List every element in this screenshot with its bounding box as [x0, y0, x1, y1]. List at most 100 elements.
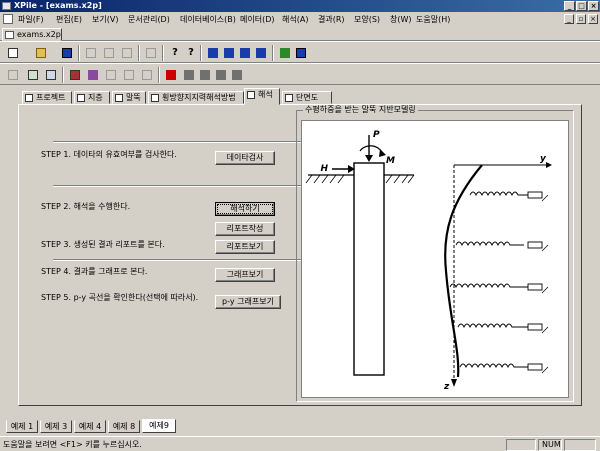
menu-result[interactable]: 결과(R) — [318, 14, 345, 25]
separator — [200, 45, 202, 61]
paste-icon[interactable] — [120, 46, 134, 60]
menu-data[interactable]: 메이터(D) — [240, 14, 274, 25]
main-panel: 프로젝트 지층 말뚝 횡방향지지력해석방법 해석 단면도 STEP 1. 데이타… — [0, 86, 600, 408]
menu-document[interactable]: 문서관리(D) — [128, 14, 170, 25]
tab-label: 말뚝 — [126, 93, 141, 102]
menu-view[interactable]: 보기(V) — [92, 14, 118, 25]
step1-text: STEP 1. 데이타의 유효여부를 검사한다. — [41, 150, 177, 159]
step-icon-4[interactable] — [230, 68, 244, 82]
tab-example-3[interactable]: 예제 3 — [40, 420, 72, 433]
chart-icon[interactable] — [26, 68, 40, 82]
save-icon[interactable] — [60, 46, 74, 60]
label-y: y — [540, 154, 547, 164]
tile-icon[interactable] — [206, 46, 220, 60]
mdi-minimize-button[interactable]: _ — [564, 14, 574, 24]
document-icon[interactable] — [3, 14, 13, 24]
tab-pile[interactable]: 말뚝 — [112, 91, 146, 104]
cut-icon[interactable] — [84, 46, 98, 60]
copy-icon[interactable] — [102, 46, 116, 60]
figure-group: 수평하중을 받는 말뚝 지반모델링 P M H y z — [296, 105, 574, 402]
py-graph-button[interactable]: p-y 그래프보기 — [215, 295, 281, 309]
menu-edit[interactable]: 편집(E) — [56, 14, 82, 25]
screen-icon[interactable] — [294, 46, 308, 60]
menu-window[interactable]: 창(W) — [390, 14, 412, 25]
tab-analysis[interactable]: 해석 — [244, 88, 280, 105]
method-icon — [151, 94, 159, 102]
step2-text: STEP 2. 해석을 수행한다. — [41, 202, 131, 211]
view-report-button[interactable]: 리포트보기 — [215, 240, 275, 254]
divider — [53, 185, 301, 187]
run-analysis-button[interactable]: 해석하기 — [215, 202, 275, 216]
file-icon — [5, 31, 14, 39]
open-folder-icon[interactable] — [34, 46, 48, 60]
divider — [53, 259, 301, 261]
pile-icon[interactable] — [68, 68, 82, 82]
cascade-icon[interactable] — [222, 46, 236, 60]
separator — [78, 45, 80, 61]
example-tab-strip: 예제 1 예제 3 예제 4 예제 8 예제9 — [0, 419, 600, 434]
grid-icon[interactable] — [140, 68, 154, 82]
maximize-button[interactable]: □ — [576, 1, 587, 11]
tab-label: 단면도 — [296, 93, 319, 102]
status-message: 도움말을 보려면 <F1> 키를 누르십시오. — [3, 440, 142, 449]
menu-analysis[interactable]: 해석(A) — [282, 14, 308, 25]
step-icon-2[interactable] — [198, 68, 212, 82]
figure-title: 수평하중을 받는 말뚝 지반모델링 — [303, 105, 418, 115]
mdi-restore-button[interactable]: ▫ — [576, 14, 586, 24]
app-icon — [2, 2, 11, 10]
tab-project[interactable]: 프로젝트 — [22, 91, 72, 104]
separator — [158, 67, 160, 83]
tab-label: 프로젝트 — [36, 93, 66, 102]
table-icon[interactable] — [44, 68, 58, 82]
num-lock-indicator: NUM — [538, 439, 562, 451]
menu-shape[interactable]: 모양(S) — [354, 14, 380, 25]
spring-icon[interactable] — [122, 68, 136, 82]
tab-section[interactable]: 단면도 — [282, 91, 332, 104]
label-m: M — [386, 156, 395, 166]
close-button[interactable]: × — [588, 1, 599, 11]
step3-text: STEP 3. 생성된 결과 리포트를 본다. — [41, 240, 165, 249]
layer-icon[interactable] — [86, 68, 100, 82]
status-bar: 도움말을 보려면 <F1> 키를 누르십시오. NUM — [0, 436, 600, 451]
menu-help[interactable]: 도움말(H) — [416, 14, 450, 25]
project-icon — [25, 94, 33, 102]
title-bar: XPile - [exams.x2p] _ □ × — [0, 0, 600, 12]
export-icon[interactable] — [278, 46, 292, 60]
window-icon[interactable] — [254, 46, 268, 60]
status-pane-1 — [506, 439, 536, 451]
tab-example-1[interactable]: 예제 1 — [6, 420, 38, 433]
tab-example-8[interactable]: 예제 8 — [108, 420, 140, 433]
arrange-icon[interactable] — [238, 46, 252, 60]
menu-bar: 파일(F) 편집(E) 보기(V) 문서관리(D) 데이터베이스(B) 메이터(… — [0, 12, 600, 27]
tab-strata[interactable]: 지층 — [74, 91, 110, 104]
tab-lateral-method[interactable]: 횡방향지지력해석방법 — [148, 91, 244, 104]
menu-file[interactable]: 파일(F) — [18, 14, 44, 25]
tab-example-4[interactable]: 예제 4 — [74, 420, 106, 433]
menu-database[interactable]: 데이터베이스(B) — [180, 14, 236, 25]
step-icon-3[interactable] — [214, 68, 228, 82]
tab-label: 횡방향지지력해석방법 — [162, 93, 236, 102]
text-icon[interactable] — [6, 68, 20, 82]
toolbar-standard: ? ? — [0, 41, 600, 63]
print-icon[interactable] — [144, 46, 158, 60]
load-icon[interactable] — [104, 68, 118, 82]
step5-text: STEP 5. p-y 곡선을 확인한다(선택에 따라서). — [41, 293, 199, 302]
tab-example-9[interactable]: 예제9 — [142, 419, 176, 433]
separator — [62, 67, 64, 83]
run-flag-icon[interactable] — [164, 68, 178, 82]
section-icon — [285, 94, 293, 102]
toolbar-analysis — [0, 63, 600, 85]
divider — [53, 141, 301, 143]
minimize-button[interactable]: _ — [564, 1, 575, 11]
step-icon[interactable] — [182, 68, 196, 82]
document-tab[interactable]: exams.x2p — [2, 28, 62, 41]
step4-text: STEP 4. 결과를 그래프로 본다. — [41, 267, 148, 276]
create-report-button[interactable]: 리포트작성 — [215, 222, 275, 236]
view-graph-button[interactable]: 그래프보기 — [215, 268, 275, 282]
mdi-close-button[interactable]: × — [588, 14, 598, 24]
new-file-icon[interactable] — [6, 46, 20, 60]
help-icon[interactable]: ? — [168, 46, 182, 60]
data-check-button[interactable]: 데이타검사 — [215, 151, 275, 165]
context-help-icon[interactable]: ? — [184, 46, 198, 60]
tab-row: 프로젝트 지층 말뚝 횡방향지지력해석방법 해석 단면도 — [0, 86, 600, 105]
